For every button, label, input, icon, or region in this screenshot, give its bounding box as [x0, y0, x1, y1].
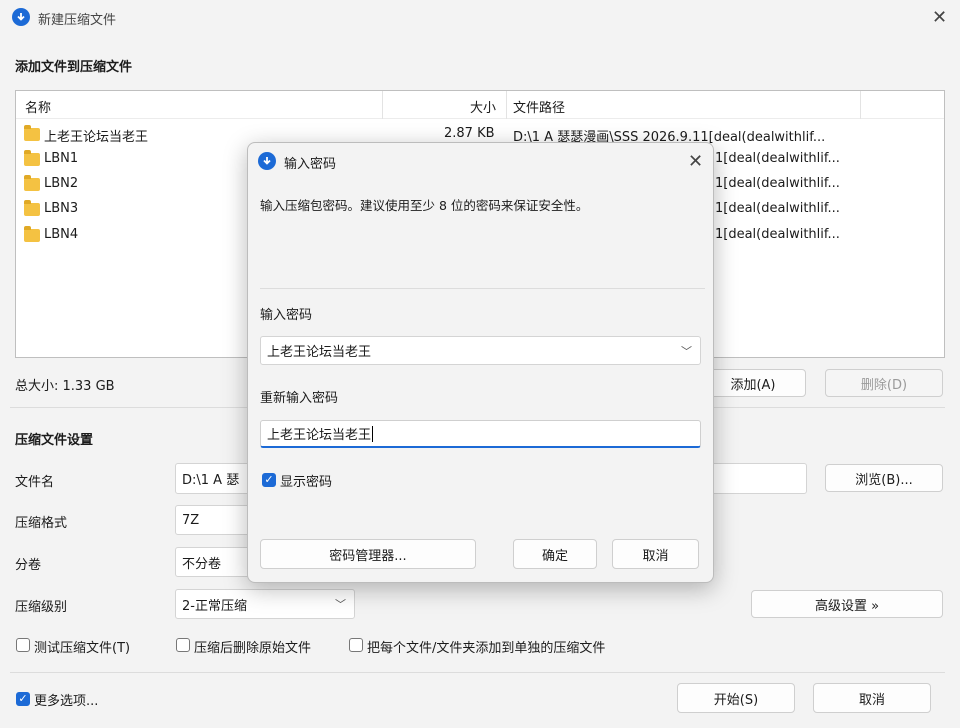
column-name[interactable]: 名称: [25, 97, 51, 116]
window-title: 新建压缩文件: [38, 13, 117, 28]
dialog-description: 输入压缩包密码。建议使用至少 8 位的密码来保证安全性。: [260, 198, 589, 213]
ok-button[interactable]: 确定: [513, 539, 597, 569]
row-name: LBN4: [44, 227, 79, 242]
dialog-title: 输入密码: [284, 157, 337, 172]
app-icon: [12, 8, 30, 26]
test-archive-checkbox[interactable]: [16, 638, 30, 652]
row-path: 1[deal(dealwithlif...: [715, 227, 840, 242]
level-select[interactable]: 2-正常压缩 ﹀: [175, 589, 355, 619]
row-path: 1[deal(dealwithlif...: [715, 176, 840, 191]
password-label: 输入密码: [260, 308, 313, 323]
separate-archives-label: 把每个文件/文件夹添加到单独的压缩文件: [367, 641, 606, 656]
volume-label: 分卷: [15, 558, 42, 573]
password-manager-button[interactable]: 密码管理器...: [260, 539, 476, 569]
row-name: LBN2: [44, 176, 79, 191]
dialog-cancel-button[interactable]: 取消: [612, 539, 699, 569]
chevron-down-icon[interactable]: ﹀: [681, 343, 692, 359]
level-label: 压缩级别: [15, 600, 68, 615]
format-label: 压缩格式: [15, 516, 68, 531]
column-path[interactable]: 文件路径: [513, 97, 565, 116]
row-name: 上老王论坛当老王: [44, 130, 149, 145]
dialog-app-icon: [258, 152, 276, 170]
folder-icon: [24, 150, 40, 166]
row-path: 1[deal(dealwithlif...: [715, 201, 840, 216]
format-select-value: 7Z: [182, 512, 200, 528]
row-name: LBN1: [44, 151, 79, 166]
folder-icon: [24, 226, 40, 242]
show-password-label: 显示密码: [280, 475, 333, 490]
reenter-password-label: 重新输入密码: [260, 391, 339, 406]
row-path: 1[deal(dealwithlif...: [715, 151, 840, 166]
cancel-button[interactable]: 取消: [813, 683, 931, 713]
show-password-checkbox[interactable]: ✓: [262, 473, 276, 487]
advanced-settings-button[interactable]: 高级设置 »: [751, 590, 943, 618]
volume-select-value: 不分卷: [182, 556, 222, 572]
more-options-label[interactable]: 更多选项...: [34, 690, 98, 709]
folder-icon: [24, 200, 40, 216]
delete-button[interactable]: 删除(D): [825, 369, 943, 397]
file-list-header: 名称 大小 文件路径: [16, 91, 944, 119]
dialog-close-icon[interactable]: ✕: [688, 151, 703, 172]
close-icon[interactable]: ✕: [932, 7, 947, 28]
delete-after-checkbox[interactable]: [176, 638, 190, 652]
total-size: 总大小: 1.33 GB: [15, 379, 115, 394]
reenter-password-value: 上老王论坛当老王: [267, 428, 372, 443]
folder-icon: [24, 175, 40, 191]
start-button[interactable]: 开始(S): [677, 683, 795, 713]
more-options-checkbox[interactable]: ✓: [16, 692, 30, 706]
folder-icon: [24, 125, 40, 141]
filename-label: 文件名: [15, 475, 55, 490]
delete-after-label: 压缩后删除原始文件: [194, 641, 312, 656]
add-section-title: 添加文件到压缩文件: [15, 60, 133, 75]
password-input-value: 上老王论坛当老王: [267, 345, 372, 360]
column-size[interactable]: 大小: [470, 97, 496, 116]
row-size: 2.87 KB: [444, 126, 495, 141]
level-select-value: 2-正常压缩: [182, 598, 247, 614]
password-dialog: 输入密码 ✕ 输入压缩包密码。建议使用至少 8 位的密码来保证安全性。 输入密码…: [247, 142, 714, 583]
row-name: LBN3: [44, 201, 79, 216]
add-button[interactable]: 添加(A): [700, 369, 806, 397]
reenter-password-input[interactable]: 上老王论坛当老王: [260, 420, 701, 448]
separate-archives-checkbox[interactable]: [349, 638, 363, 652]
test-archive-label: 测试压缩文件(T): [34, 641, 131, 656]
chevron-down-icon: ﹀: [335, 598, 346, 611]
password-input[interactable]: 上老王论坛当老王 ﹀: [260, 336, 701, 365]
browse-button[interactable]: 浏览(B)...: [825, 464, 943, 492]
text-caret: [372, 425, 374, 442]
settings-section-title: 压缩文件设置: [15, 433, 94, 448]
